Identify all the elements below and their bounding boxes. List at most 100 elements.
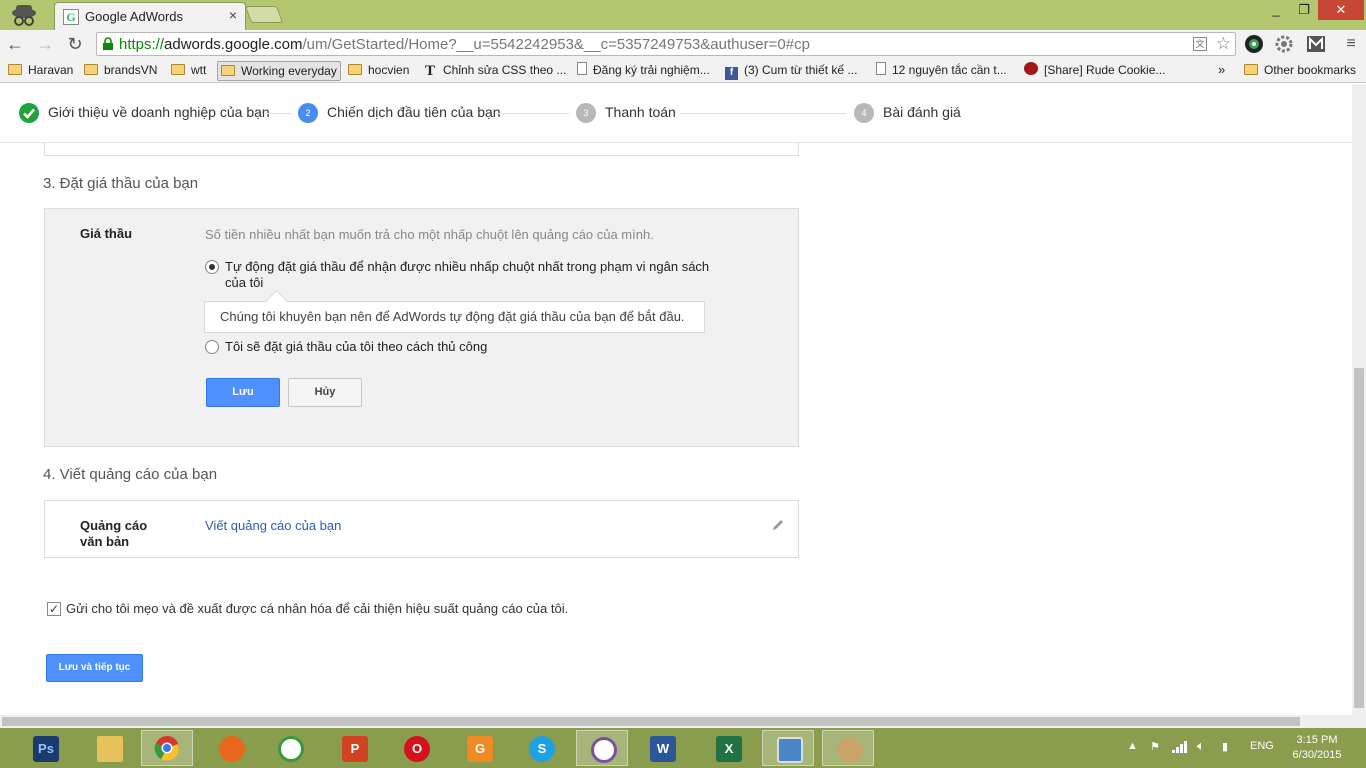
step-connector [265, 113, 291, 114]
save-and-continue-button[interactable]: Lưu và tiếp tục [46, 654, 143, 682]
viber-icon[interactable] [576, 730, 628, 766]
browser-toolbar: ← → ↻ https://adwords.google.com/um/GetS… [0, 30, 1366, 58]
bookmarks-bar: Haravan brandsVN wtt Working everyday ho… [0, 58, 1366, 83]
url-text: https://adwords.google.com/um/GetStarted… [119, 36, 810, 53]
folder-icon [348, 64, 362, 75]
adwords-page: Giới thiệu về doanh nghiệp của bạn 2 Chi… [0, 84, 1366, 715]
tab-title: Google AdWords [85, 9, 184, 24]
folder-icon [1244, 64, 1258, 75]
bookmark-chinh-sua-css[interactable]: T Chỉnh sửa CSS theo ... [425, 62, 566, 80]
ad-section-title: 4. Viết quảng cáo của bạn [43, 466, 218, 483]
reload-icon[interactable]: ↻ [64, 33, 86, 55]
pencil-edit-icon[interactable] [771, 518, 785, 532]
radio-button-unselected[interactable] [205, 340, 219, 354]
address-bar[interactable]: https://adwords.google.com/um/GetStarted… [96, 32, 1236, 56]
excel-icon[interactable]: X [702, 730, 754, 766]
page-icon [876, 62, 886, 75]
tray-expand-icon[interactable]: ▲ [1127, 740, 1138, 752]
bookmark-12-nguyen-tac[interactable]: 12 nguyên tắc cần t... [876, 62, 1007, 80]
write-ad-link[interactable]: Viết quảng cáo của bạn [205, 518, 341, 533]
clock-date: 6/30/2015 [1292, 749, 1342, 761]
volume-icon[interactable]: 🔈︎ [1197, 738, 1205, 754]
action-center-flag-icon[interactable]: ⚑ [1150, 740, 1160, 753]
file-explorer-icon[interactable] [83, 730, 135, 766]
bookmark-wtt[interactable]: wtt [171, 62, 206, 80]
greenshot-icon[interactable] [264, 730, 316, 766]
input-language-indicator[interactable]: ENG [1250, 740, 1274, 752]
chrome-menu-icon[interactable]: ≡ [1340, 33, 1362, 55]
paint-icon[interactable] [822, 730, 874, 766]
recommendation-tooltip: Chúng tôi khuyên bạn nên để AdWords tự đ… [204, 301, 705, 333]
opera-icon[interactable]: O [390, 730, 442, 766]
bid-section-title: 3. Đặt giá thầu của bạn [43, 175, 199, 192]
bookmark-star-icon[interactable]: ☆ [1216, 34, 1231, 54]
text-ad-field-label: Quảng cáo văn bản [80, 518, 148, 549]
step-number-badge: 2 [298, 103, 318, 123]
maximize-window-button[interactable]: ❐ [1290, 0, 1318, 20]
foxit-pdf-icon[interactable]: G [453, 730, 505, 766]
radio-manual-bid[interactable]: Tôi sẽ đặt giá thầu của tôi theo cách th… [205, 339, 725, 357]
skype-icon[interactable]: S [515, 730, 567, 766]
back-arrow-icon[interactable]: ← [4, 33, 26, 55]
bookmark-rude-cookie[interactable]: [Share] Rude Cookie... [1024, 62, 1165, 80]
forward-arrow-icon[interactable]: → [34, 33, 56, 55]
page-icon [577, 62, 587, 75]
gear-icon[interactable] [1274, 34, 1294, 54]
vertical-scrollbar-thumb[interactable] [1354, 368, 1364, 708]
translate-icon[interactable]: 文 [1193, 37, 1207, 51]
horizontal-scrollbar[interactable] [0, 715, 1366, 728]
folder-icon [171, 64, 185, 75]
bookmarks-overflow-chevron-icon[interactable]: » [1218, 62, 1225, 80]
text-ad-panel: Quảng cáo văn bản Viết quảng cáo của bạn [44, 500, 799, 558]
tab-close-icon[interactable]: × [229, 7, 237, 23]
radio-button-selected[interactable] [205, 260, 219, 274]
bookmark-facebook[interactable]: f (3) Cum từ thiết kế ... [725, 62, 857, 80]
bookmark-haravan[interactable]: Haravan [8, 62, 73, 80]
tips-checkbox[interactable]: ✓ [47, 602, 61, 616]
horizontal-scrollbar-thumb[interactable] [2, 717, 1300, 726]
minimize-window-button[interactable]: _ [1262, 0, 1290, 20]
radio-auto-bid[interactable]: Tự động đặt giá thầu để nhận được nhiều … [205, 259, 725, 293]
system-clock[interactable]: 3:15 PM 6/30/2015 [1284, 733, 1350, 763]
battery-icon[interactable]: ▮ [1222, 740, 1228, 753]
firefox-icon[interactable] [205, 730, 257, 766]
cookie-icon [1024, 62, 1038, 75]
radio-manual-bid-label: Tôi sẽ đặt giá thầu của tôi theo cách th… [225, 339, 488, 354]
photoshop-icon[interactable]: Ps [19, 730, 71, 766]
previous-section-box [44, 143, 799, 156]
step-number-badge: 3 [576, 103, 596, 123]
bookmark-working-everyday[interactable]: Working everyday [217, 61, 341, 81]
incognito-icon [12, 5, 36, 26]
step-connector [497, 113, 569, 114]
bid-field-label: Giá thầu [80, 226, 133, 241]
browser-tab-strip: G Google AdWords × _ ❐ ✕ [0, 0, 1366, 30]
tips-checkbox-label: Gửi cho tôi mẹo và đề xuất được cá nhân … [66, 601, 569, 616]
cancel-button[interactable]: Hủy [288, 378, 362, 407]
clock-time: 3:15 PM [1296, 734, 1338, 746]
other-bookmarks[interactable]: Other bookmarks [1244, 62, 1356, 80]
gmail-extension-icon[interactable] [1306, 34, 1326, 54]
word-icon[interactable]: W [636, 730, 688, 766]
photo-viewer-icon[interactable] [762, 730, 814, 766]
tab-google-adwords[interactable]: G Google AdWords × [54, 2, 246, 30]
bid-panel: Giá thầu Số tiền nhiều nhất bạn muốn trả… [44, 208, 799, 447]
bookmark-brandsvn[interactable]: brandsVN [84, 62, 157, 80]
t-logo-icon: T [425, 63, 436, 79]
powerpoint-icon[interactable]: P [328, 730, 380, 766]
facebook-icon: f [725, 67, 738, 80]
google-favicon-icon: G [63, 9, 79, 25]
windows-taskbar: Ps P O G S W X ▲ ⚑ 🔈︎ ▮ ENG 3:15 PM 6/30… [0, 728, 1366, 768]
new-tab-button[interactable] [244, 6, 284, 23]
step-connector [680, 113, 846, 114]
folder-icon [8, 64, 22, 75]
network-signal-icon[interactable] [1172, 741, 1188, 753]
chrome-icon[interactable] [141, 730, 193, 766]
extension-camera-icon[interactable] [1244, 34, 1264, 54]
close-window-button[interactable]: ✕ [1318, 0, 1364, 20]
bookmark-hocvien[interactable]: hocvien [348, 62, 409, 80]
step-number-badge: 4 [854, 103, 874, 123]
folder-icon [84, 64, 98, 75]
vertical-scrollbar[interactable] [1352, 84, 1366, 715]
save-button[interactable]: Lưu [206, 378, 280, 407]
bookmark-dang-ky[interactable]: Đăng ký trải nghiệm... [577, 62, 710, 80]
